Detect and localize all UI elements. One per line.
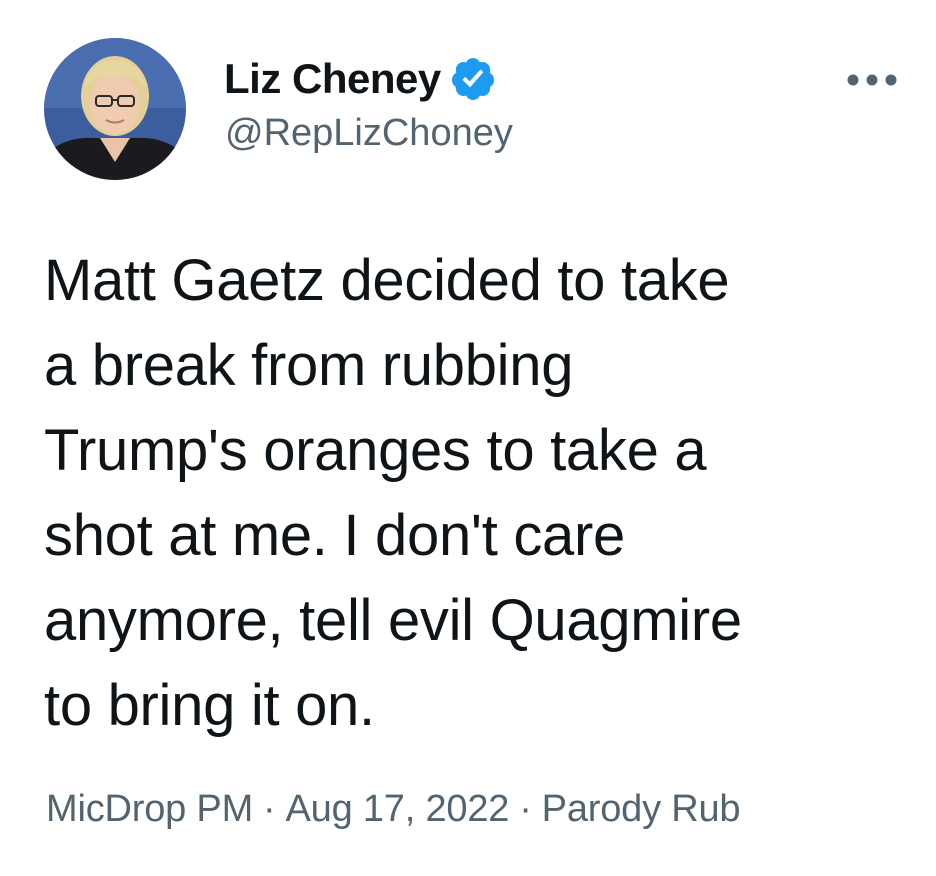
author-row: Liz Cheney — [224, 52, 497, 106]
profile-photo-icon — [44, 38, 186, 180]
tweet-meta: MicDrop PM · Aug 17, 2022 · Parody Rub — [46, 788, 741, 831]
tweet-text: Matt Gaetz decided to take a break from … — [44, 248, 742, 738]
tweet-card: Liz Cheney @RepLizChoney Matt Gaetz deci… — [0, 0, 936, 876]
more-options-button[interactable] — [842, 62, 902, 98]
tweet-time[interactable]: MicDrop PM — [46, 788, 253, 830]
avatar[interactable] — [44, 38, 186, 180]
meta-separator: · — [519, 788, 532, 830]
tweet-date[interactable]: Aug 17, 2022 — [286, 788, 510, 830]
ellipsis-icon — [847, 74, 897, 86]
verified-badge-icon — [449, 55, 497, 103]
tweet-source[interactable]: Parody Rub — [542, 788, 741, 830]
meta-separator: · — [263, 788, 276, 830]
author-handle[interactable]: @RepLizChoney — [225, 112, 513, 155]
display-name[interactable]: Liz Cheney — [224, 55, 441, 103]
